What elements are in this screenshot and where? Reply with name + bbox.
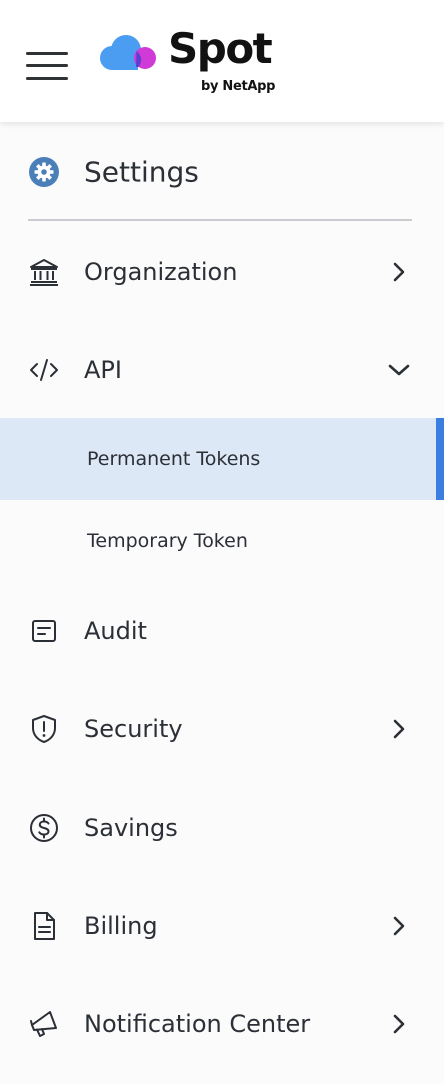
spot-logo[interactable]: Spot by NetApp xyxy=(98,24,298,100)
menu-item-label: Savings xyxy=(84,814,178,842)
divider xyxy=(28,219,412,221)
hamburger-icon[interactable] xyxy=(26,50,70,82)
submenu-item-label: Permanent Tokens xyxy=(87,448,261,470)
audit-icon xyxy=(32,620,56,642)
active-indicator xyxy=(436,418,444,500)
menu-item-label: Audit xyxy=(84,617,147,645)
chevron-right-icon xyxy=(393,719,405,739)
menu-item-label: Notification Center xyxy=(84,1010,311,1038)
chevron-right-icon xyxy=(393,916,405,936)
menu-item-audit[interactable]: Audit xyxy=(0,601,444,661)
chevron-down-icon xyxy=(388,364,410,376)
shield-icon xyxy=(32,715,56,743)
chevron-right-icon xyxy=(393,262,405,282)
menu-item-api[interactable]: API xyxy=(0,340,444,400)
menu-item-label: Billing xyxy=(84,912,158,940)
settings-title: Settings xyxy=(84,155,199,189)
submenu-item-temporary-token[interactable]: Temporary Token xyxy=(0,500,444,582)
megaphone-icon xyxy=(30,1011,57,1037)
menu-item-security[interactable]: Security xyxy=(0,699,444,759)
menu-item-label: Security xyxy=(84,715,183,743)
brand-byline: by NetApp xyxy=(201,79,276,94)
menu-item-notification-center[interactable]: Notification Center xyxy=(0,994,444,1054)
menu-item-billing[interactable]: Billing xyxy=(0,896,444,956)
menu-item-label: Organization xyxy=(84,258,238,286)
brand-name: Spot xyxy=(168,24,273,73)
settings-header: Settings xyxy=(0,142,444,202)
settings-menu: Settings Organization API Permanent Toke… xyxy=(0,122,444,1084)
bank-icon xyxy=(30,259,58,286)
submenu-item-label: Temporary Token xyxy=(87,530,248,552)
dollar-circle-icon xyxy=(30,814,58,842)
spot-cloud-icon xyxy=(100,35,156,70)
document-icon xyxy=(34,912,55,940)
top-bar: Spot by NetApp xyxy=(0,0,444,122)
menu-item-label: API xyxy=(84,356,122,384)
gear-icon xyxy=(29,157,59,187)
code-icon xyxy=(30,359,58,381)
menu-item-organization[interactable]: Organization xyxy=(0,242,444,302)
menu-item-savings[interactable]: Savings xyxy=(0,798,444,858)
submenu-item-permanent-tokens[interactable]: Permanent Tokens xyxy=(0,418,444,500)
chevron-right-icon xyxy=(393,1014,405,1034)
